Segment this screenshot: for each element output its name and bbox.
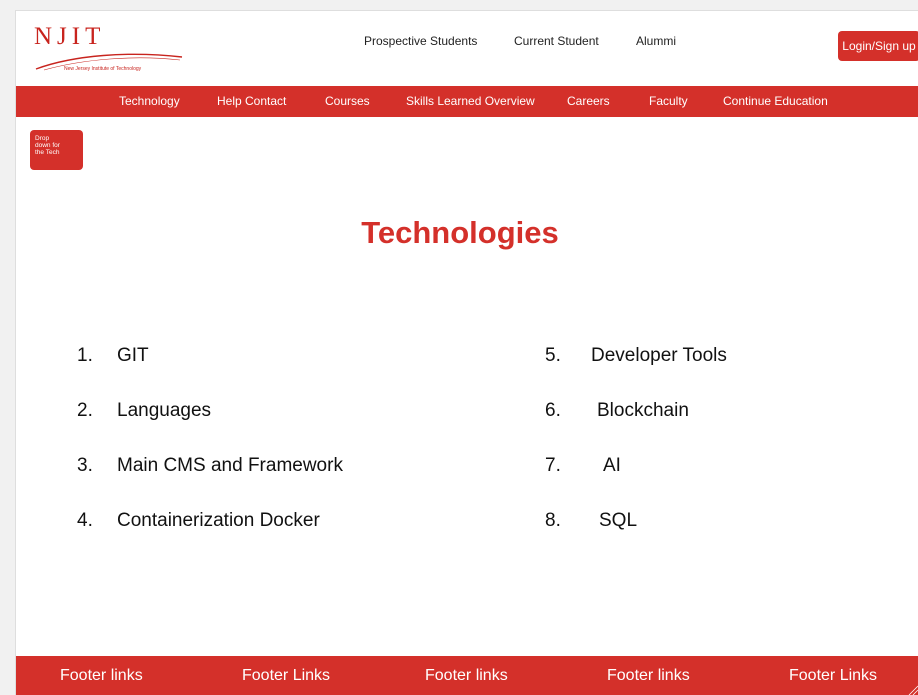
- top-link-prospective-students[interactable]: Prospective Students: [364, 34, 477, 48]
- dropdown-line: down for: [35, 142, 60, 149]
- list-item-number: 4.: [77, 510, 93, 531]
- top-link-current-student[interactable]: Current Student: [514, 34, 599, 48]
- dropdown-line: Drop: [35, 135, 50, 142]
- login-signup-button[interactable]: Login/Sign up: [838, 31, 918, 61]
- footer-link[interactable]: Footer Links: [789, 667, 877, 685]
- resize-grip-icon[interactable]: [907, 684, 918, 695]
- list-item-number: 8.: [545, 510, 561, 531]
- list-item-number: 3.: [77, 455, 93, 476]
- footer: Footer links Footer Links Footer links F…: [16, 656, 918, 695]
- list-item-number: 1.: [77, 345, 93, 366]
- nav-item-courses[interactable]: Courses: [325, 94, 370, 108]
- page-frame: NJIT New Jersey Institute of Technology …: [15, 10, 918, 695]
- list-item-label: GIT: [117, 345, 149, 366]
- nav-item-technology[interactable]: Technology: [119, 94, 180, 108]
- nav-item-faculty[interactable]: Faculty: [649, 94, 688, 108]
- list-item-number: 7.: [545, 455, 561, 476]
- page-title: Technologies: [361, 215, 559, 250]
- footer-link[interactable]: Footer links: [60, 667, 143, 685]
- nav-item-careers[interactable]: Careers: [567, 94, 610, 108]
- list-item-number: 5.: [545, 345, 561, 366]
- list-item-label: SQL: [599, 510, 638, 531]
- list-item-label: AI: [603, 455, 621, 476]
- dropdown-line: the Tech: [35, 149, 60, 156]
- top-nav: Prospective Students Current Student Alu…: [16, 34, 918, 54]
- list-item-label: Containerization Docker: [117, 510, 320, 531]
- list-item-label: Main CMS and Framework: [117, 455, 343, 476]
- list-item-number: 2.: [77, 400, 93, 421]
- footer-link[interactable]: Footer links: [425, 667, 508, 685]
- footer-link[interactable]: Footer Links: [242, 667, 330, 685]
- list-item-number: 6.: [545, 400, 561, 421]
- list-item-label: Blockchain: [597, 400, 689, 421]
- footer-link[interactable]: Footer links: [607, 667, 690, 685]
- main-nav: Technology Help Contact Courses Skills L…: [16, 86, 918, 117]
- logo-tagline: New Jersey Institute of Technology: [64, 66, 142, 72]
- top-link-alumni[interactable]: Alummi: [636, 34, 676, 48]
- nav-item-skills-learned-overview[interactable]: Skills Learned Overview: [406, 94, 535, 108]
- list-item-label: Languages: [117, 400, 212, 421]
- tech-dropdown-button[interactable]: Drop down for the Tech: [30, 130, 83, 170]
- nav-item-help-contact[interactable]: Help Contact: [217, 94, 286, 108]
- list-item-label: Developer Tools: [591, 345, 727, 366]
- nav-item-continue-education[interactable]: Continue Education: [723, 94, 828, 108]
